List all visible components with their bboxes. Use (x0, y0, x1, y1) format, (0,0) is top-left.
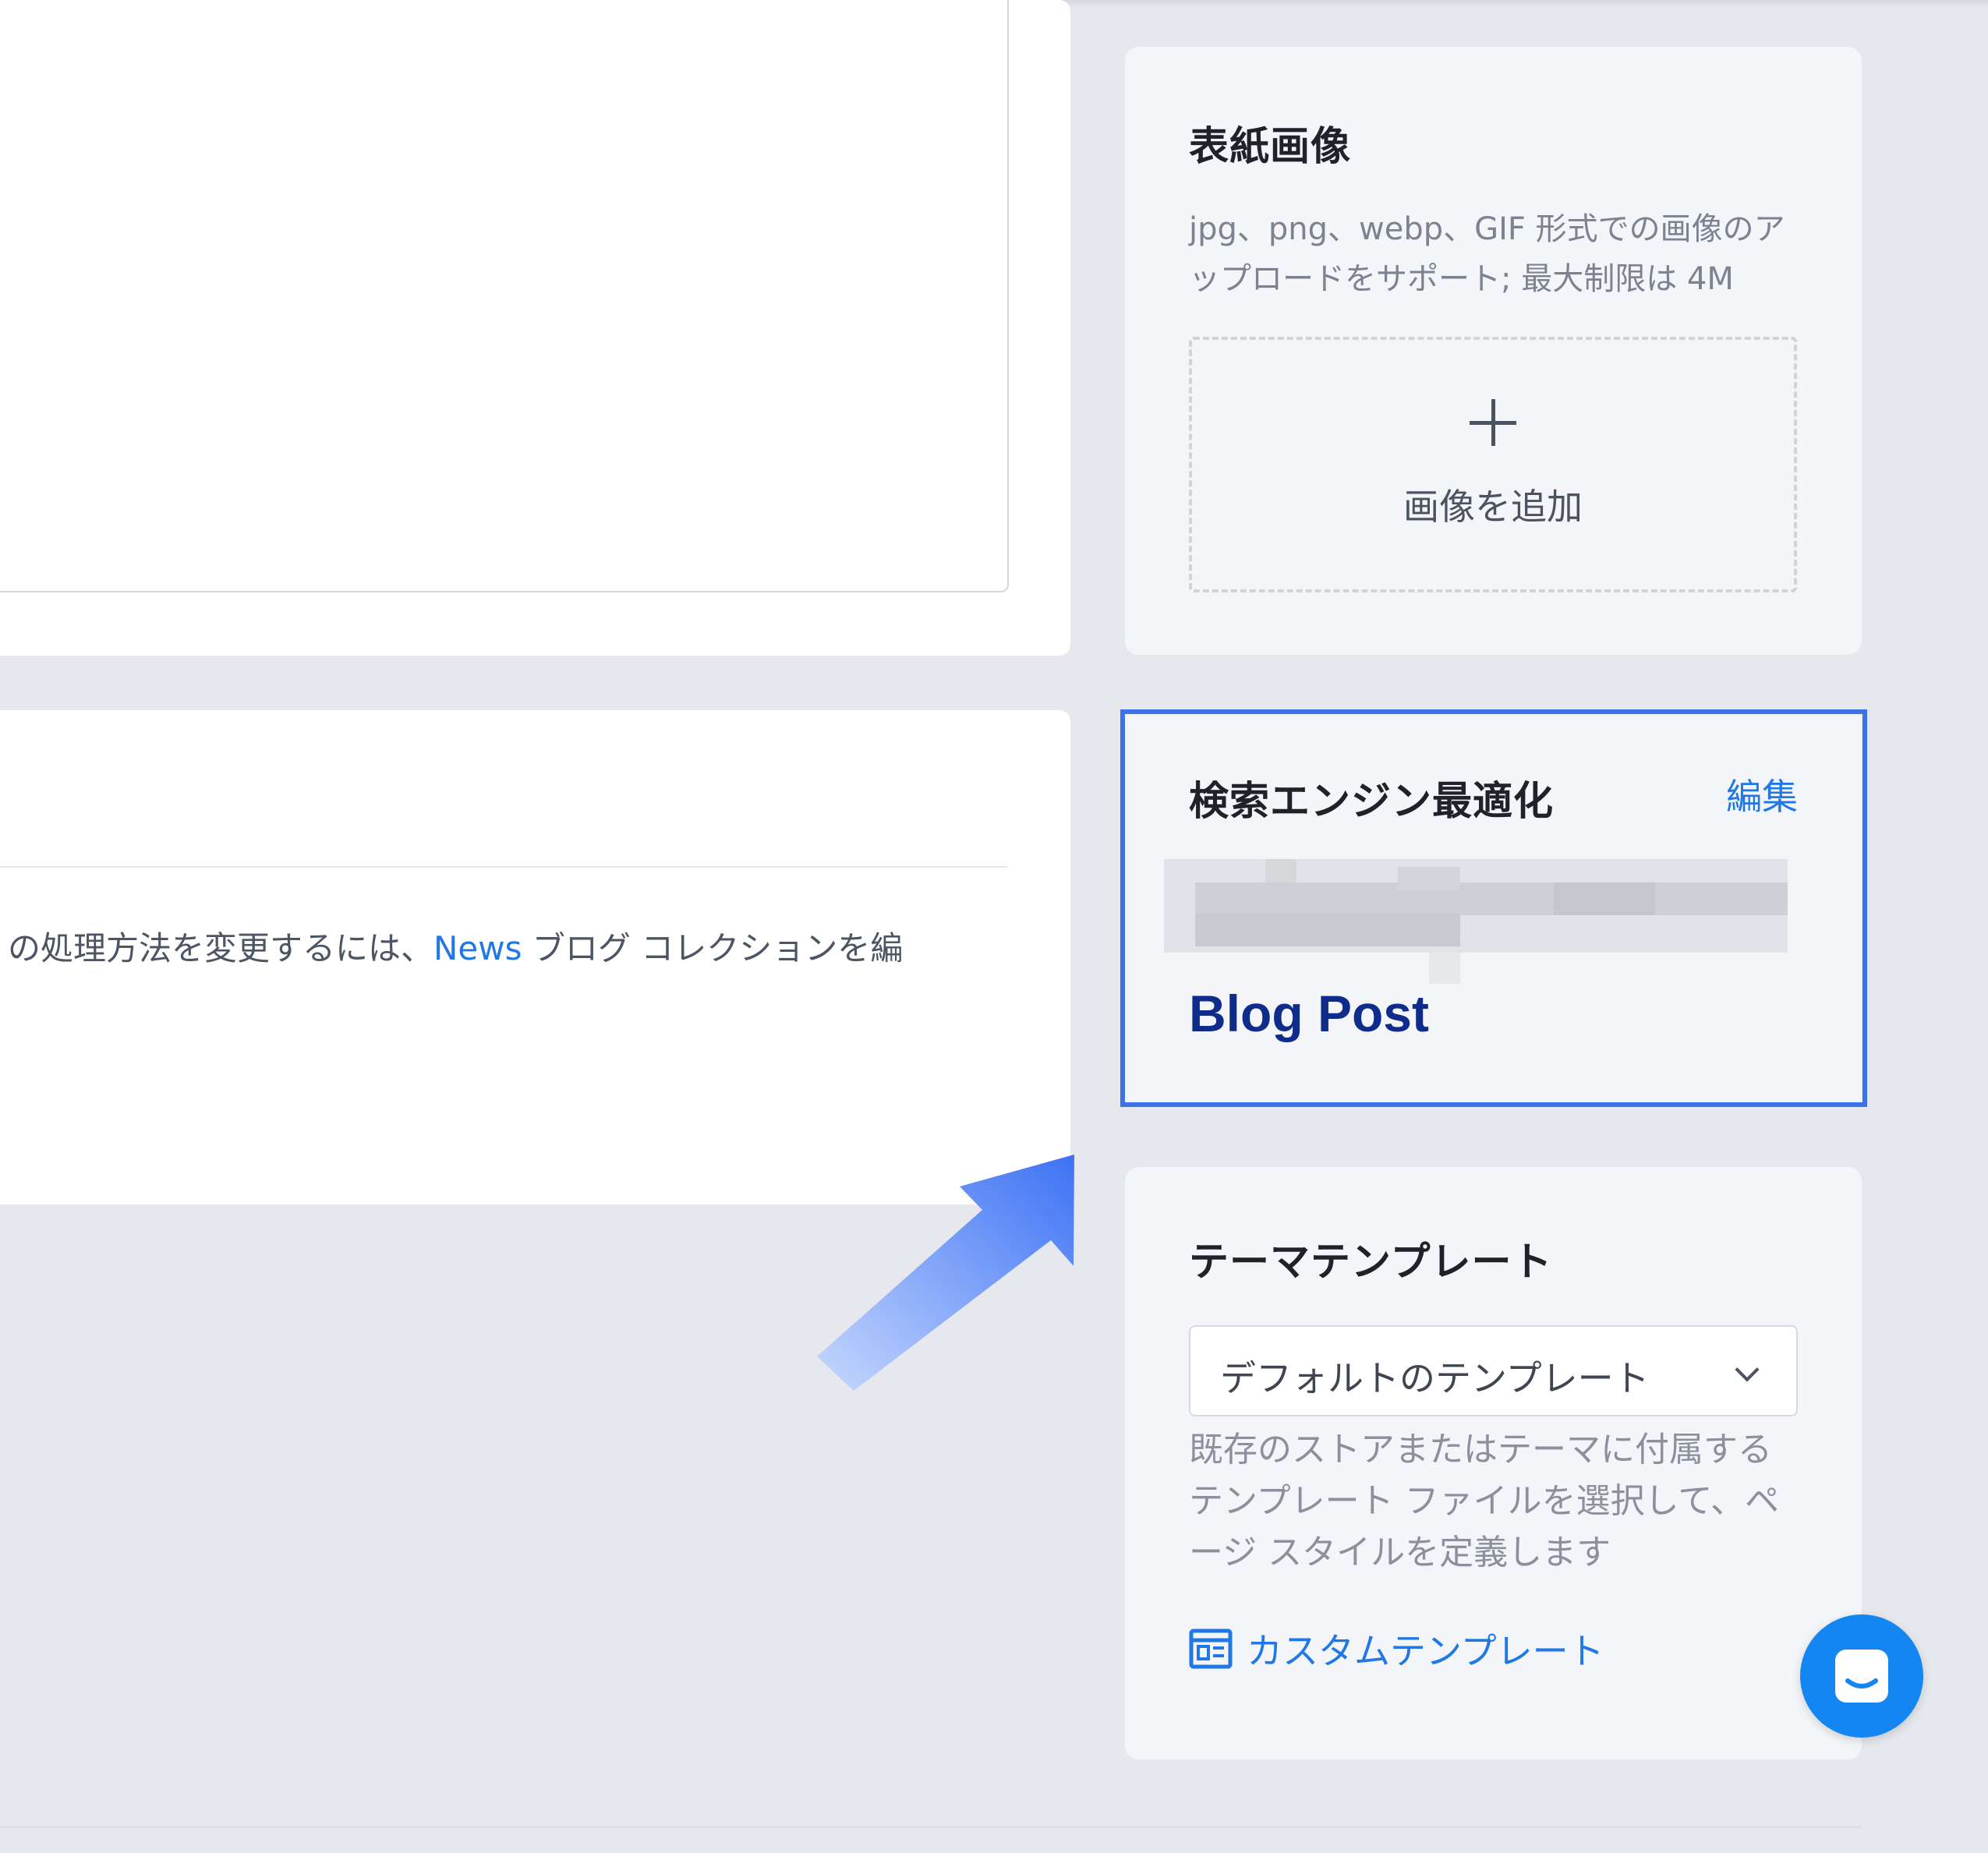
collection-note: の処理方法を変更するには、News ブログ コレクションを編 (8, 927, 903, 971)
blurred-preview-url (1164, 851, 1788, 984)
seo-page-title: Blog Post (1189, 985, 1429, 1042)
news-link[interactable]: News (433, 929, 522, 967)
theme-template-card: テーマテンプレート デフォルトのテンプレート 既存のストアまたはテーマに付属する… (1125, 1167, 1862, 1759)
footer-divider (0, 1826, 1862, 1828)
chevron-down-icon (1735, 1357, 1760, 1382)
plus-icon (1470, 399, 1516, 446)
template-select[interactable]: デフォルトのテンプレート (1189, 1325, 1798, 1416)
cover-image-description: jpg、png、webp、GIF 形式での画像のアップロードをサポート; 最大制… (1189, 211, 1785, 297)
annotation-arrow-icon (817, 1155, 1074, 1391)
content-card (0, 0, 1070, 656)
theme-template-title: テーマテンプレート (1189, 1239, 1553, 1285)
collection-note-card: の処理方法を変更するには、News ブログ コレクションを編 (0, 710, 1070, 1204)
divider (0, 866, 1007, 868)
seo-card: 検索エンジン最適化 編集 Blog Post (1125, 711, 1862, 1107)
content-editor[interactable] (0, 0, 1009, 592)
custom-template-label: カスタムテンプレート (1247, 1630, 1604, 1672)
note-text-before: の処理方法を変更するには、 (8, 929, 434, 967)
cover-image-title: 表紙画像 (1189, 124, 1352, 170)
note-text-after: ブログ コレクションを編 (522, 929, 904, 967)
add-image-label: 画像を追加 (1403, 486, 1583, 528)
cover-image-card: 表紙画像 jpg、png、webp、GIF 形式での画像のアップロードをサポート… (1125, 47, 1862, 655)
chat-icon (1835, 1650, 1888, 1703)
add-image-dropzone[interactable]: 画像を追加 (1189, 337, 1797, 592)
template-select-value: デフォルトのテンプレート (1220, 1357, 1650, 1399)
seo-title: 検索エンジン最適化 (1189, 779, 1555, 825)
seo-edit-link[interactable]: 編集 (1726, 769, 1798, 820)
template-icon (1189, 1628, 1233, 1669)
chat-button[interactable] (1800, 1614, 1923, 1738)
custom-template-link[interactable]: カスタムテンプレート (1189, 1623, 1604, 1674)
theme-template-description: 既存のストアまたはテーマに付属するテンプレート ファイルを選択して、ページ スタ… (1189, 1430, 1780, 1572)
